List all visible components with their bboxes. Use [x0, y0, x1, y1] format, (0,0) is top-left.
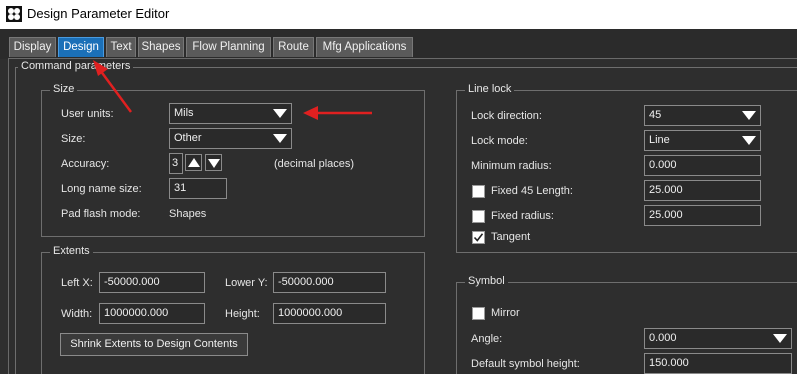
annotation-arrows [93, 60, 372, 120]
arrow-to-design-tab [93, 60, 133, 113]
arrow-to-user-units [303, 106, 372, 120]
